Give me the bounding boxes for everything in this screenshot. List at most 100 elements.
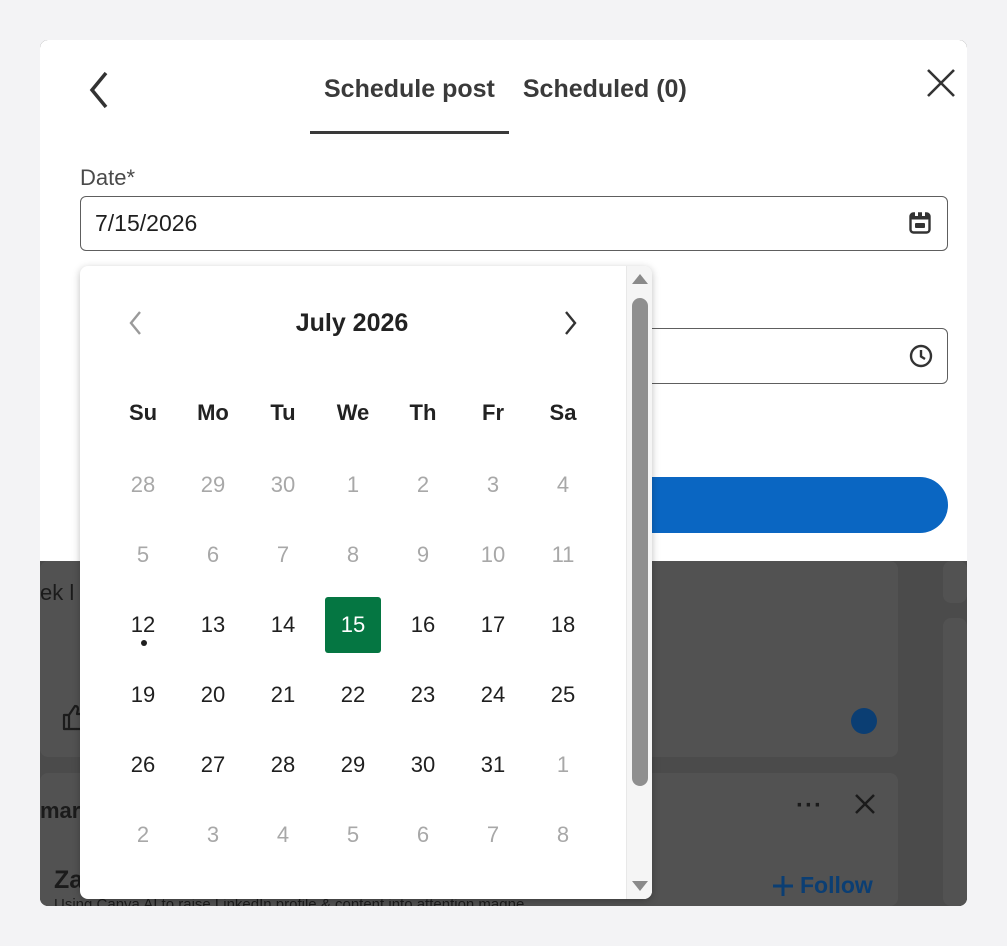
day-number: 31 <box>480 752 506 777</box>
calendar-day[interactable]: 2 <box>388 450 458 520</box>
calendar-day[interactable]: 30 <box>388 730 458 800</box>
day-number: 3 <box>206 822 220 847</box>
calendar-day[interactable]: 3 <box>178 800 248 870</box>
day-number: 9 <box>416 542 430 567</box>
day-number: 5 <box>136 542 150 567</box>
day-number: 4 <box>276 822 290 847</box>
day-number: 2 <box>416 472 430 497</box>
day-number: 22 <box>340 682 366 707</box>
background-profile-name: Za <box>54 866 84 894</box>
calendar-day[interactable]: 4 <box>248 800 318 870</box>
primary-action-button[interactable] <box>600 477 948 533</box>
calendar-day[interactable]: 22 <box>318 660 388 730</box>
weekday-label: Sa <box>549 400 577 425</box>
day-number: 20 <box>200 682 226 707</box>
day-number: 6 <box>206 542 220 567</box>
day-number: 13 <box>200 612 226 637</box>
calendar-day[interactable]: 1 <box>318 450 388 520</box>
time-field[interactable] <box>600 328 948 384</box>
follow-button: Follow <box>772 872 873 899</box>
scroll-up-arrow-icon[interactable] <box>632 274 648 284</box>
calendar-day[interactable]: 8 <box>318 520 388 590</box>
day-number: 30 <box>270 472 296 497</box>
day-number: 2 <box>136 822 150 847</box>
tab-scheduled[interactable]: Scheduled (0) <box>509 70 701 134</box>
chevron-left-icon <box>89 71 108 109</box>
day-number: 11 <box>551 542 575 567</box>
tab-bar: Schedule post Scheduled (0) <box>310 70 701 134</box>
calendar-day[interactable]: 9 <box>388 520 458 590</box>
weekday-label: Fr <box>482 400 504 425</box>
calendar-day[interactable]: 29 <box>318 730 388 800</box>
calendar-day[interactable]: 11 <box>528 520 598 590</box>
day-number: 28 <box>130 472 156 497</box>
calendar-day[interactable]: 5 <box>108 520 178 590</box>
today-dot-icon <box>141 640 147 646</box>
calendar-day[interactable]: 13 <box>178 590 248 660</box>
calendar-day[interactable]: 19 <box>108 660 178 730</box>
weekday-header: Su Mo Tu We Th Fr Sa <box>108 400 598 426</box>
scroll-down-arrow-icon[interactable] <box>632 881 648 891</box>
calendar-day[interactable]: 23 <box>388 660 458 730</box>
day-number: 8 <box>556 822 570 847</box>
date-field[interactable]: 7/15/2026 <box>80 196 948 251</box>
weekday-label: Mo <box>197 400 229 425</box>
day-number: 19 <box>130 682 156 707</box>
day-number: 4 <box>556 472 570 497</box>
calendar-icon[interactable] <box>909 211 931 240</box>
day-number: 3 <box>486 472 500 497</box>
calendar-day-selected[interactable]: 15 <box>318 590 388 660</box>
day-grid: 28 29 30 1 2 3 4 5 6 7 8 9 10 11 12 13 14 15 16 17 18 19 20 21 2… <box>108 450 598 870</box>
calendar-day[interactable]: 8 <box>528 800 598 870</box>
reaction-like-icon <box>851 708 877 734</box>
calendar-day[interactable]: 17 <box>458 590 528 660</box>
calendar-day[interactable]: 1 <box>528 730 598 800</box>
calendar-day[interactable]: 16 <box>388 590 458 660</box>
clock-icon[interactable] <box>909 344 933 373</box>
day-number: 27 <box>200 752 226 777</box>
calendar-day[interactable]: 31 <box>458 730 528 800</box>
previous-month-button[interactable] <box>122 306 148 340</box>
day-number: 28 <box>270 752 296 777</box>
tab-schedule-post[interactable]: Schedule post <box>310 70 509 134</box>
calendar-day[interactable]: 6 <box>178 520 248 590</box>
calendar-day[interactable]: 14 <box>248 590 318 660</box>
more-options-icon: ··· <box>796 792 823 819</box>
calendar-day[interactable]: 27 <box>178 730 248 800</box>
day-number: 25 <box>550 682 576 707</box>
calendar-day[interactable]: 20 <box>178 660 248 730</box>
day-number: 30 <box>410 752 436 777</box>
calendar-day[interactable]: 5 <box>318 800 388 870</box>
calendar-day[interactable]: 28 <box>248 730 318 800</box>
day-number: 21 <box>270 682 296 707</box>
calendar-day[interactable]: 12 <box>108 590 178 660</box>
calendar-day[interactable]: 24 <box>458 660 528 730</box>
calendar-day[interactable]: 7 <box>458 800 528 870</box>
calendar-day[interactable]: 30 <box>248 450 318 520</box>
calendar-day[interactable]: 7 <box>248 520 318 590</box>
next-month-button[interactable] <box>558 306 584 340</box>
day-number: 29 <box>340 752 366 777</box>
day-number: 16 <box>410 612 436 637</box>
weekday-label: We <box>336 400 370 425</box>
weekday-label: Tu <box>270 400 296 425</box>
calendar-day[interactable]: 26 <box>108 730 178 800</box>
calendar-day[interactable]: 21 <box>248 660 318 730</box>
back-button[interactable] <box>84 70 114 110</box>
scroll-thumb[interactable] <box>632 298 648 786</box>
calendar-day[interactable]: 2 <box>108 800 178 870</box>
calendar-day[interactable]: 4 <box>528 450 598 520</box>
calendar-day[interactable]: 25 <box>528 660 598 730</box>
day-number: 12 <box>130 612 156 637</box>
close-button[interactable] <box>924 66 958 100</box>
close-icon <box>927 69 955 97</box>
calendar-day[interactable]: 10 <box>458 520 528 590</box>
day-number: 1 <box>346 472 360 497</box>
chevron-right-icon <box>565 311 577 335</box>
calendar-day[interactable]: 6 <box>388 800 458 870</box>
calendar-day[interactable]: 3 <box>458 450 528 520</box>
calendar-day[interactable]: 29 <box>178 450 248 520</box>
scrollbar[interactable] <box>626 266 652 899</box>
calendar-day[interactable]: 28 <box>108 450 178 520</box>
calendar-day[interactable]: 18 <box>528 590 598 660</box>
